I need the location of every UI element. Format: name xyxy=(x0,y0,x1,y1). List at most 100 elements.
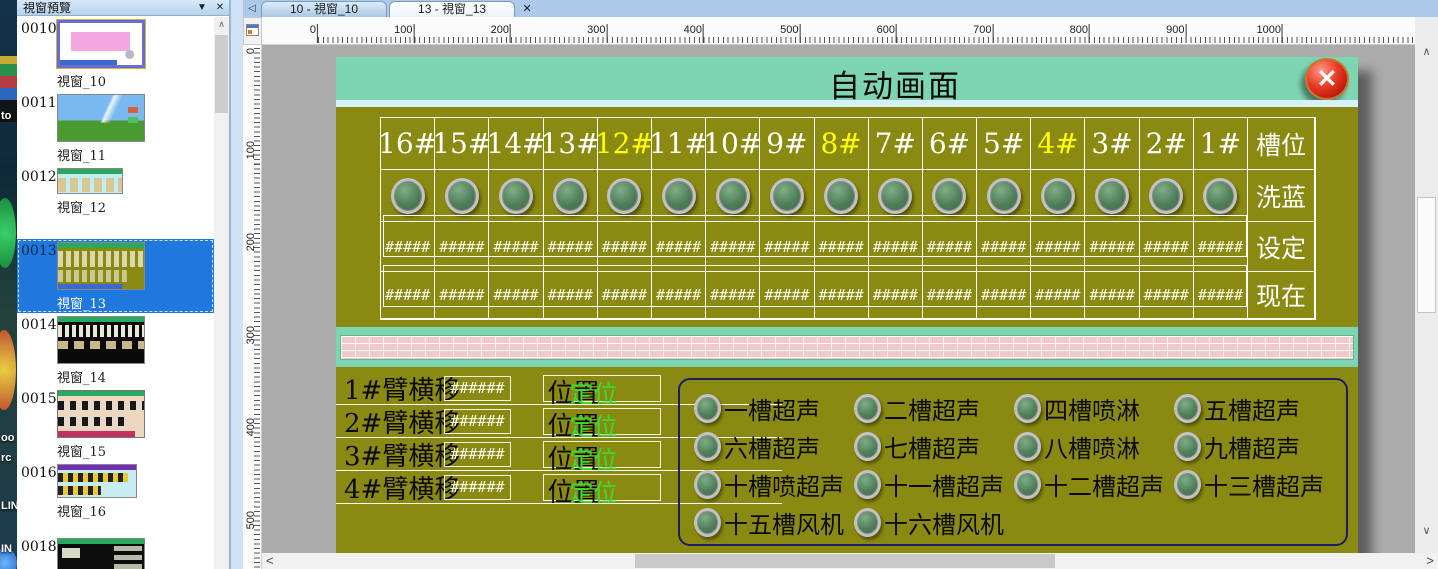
vertical-scrollbar[interactable]: ∧ ∨ xyxy=(1415,17,1438,553)
tab-nav-left-icon[interactable]: ◁ xyxy=(243,1,261,17)
numeric-display[interactable]: ##### xyxy=(652,222,706,272)
numeric-display[interactable]: ##### xyxy=(435,222,489,272)
horizontal-scrollbar[interactable]: < > xyxy=(262,553,1438,569)
slot-led-indicator[interactable] xyxy=(391,178,425,214)
numeric-display[interactable]: ##### xyxy=(1031,222,1085,272)
slot-led-indicator[interactable] xyxy=(824,178,858,214)
numeric-display[interactable]: ###### xyxy=(444,376,510,401)
numeric-display[interactable]: ##### xyxy=(1085,222,1139,272)
numeric-display[interactable]: ##### xyxy=(760,272,814,319)
scroll-up-icon[interactable]: ∧ xyxy=(1415,45,1438,58)
numeric-display[interactable]: ##### xyxy=(869,272,923,319)
window-preview-item-0015[interactable]: 0015視窗_15 xyxy=(17,387,214,461)
numeric-display[interactable]: ##### xyxy=(489,222,543,272)
numeric-display[interactable]: ##### xyxy=(706,272,760,319)
vertical-scrollbar-thumb[interactable] xyxy=(1417,197,1436,313)
numeric-display[interactable]: ##### xyxy=(1140,272,1194,319)
position-display[interactable]: 位置定位 xyxy=(543,408,661,435)
sidebar-scrollbar[interactable]: ∧ xyxy=(214,17,229,569)
numeric-display[interactable]: ##### xyxy=(760,222,814,272)
numeric-display[interactable]: ###### xyxy=(444,475,510,500)
numeric-display[interactable]: ##### xyxy=(1194,222,1248,272)
slot-led-indicator[interactable] xyxy=(445,178,479,214)
slot-led-indicator[interactable] xyxy=(878,178,912,214)
slot-led-indicator[interactable] xyxy=(716,178,750,214)
slot-led-indicator[interactable] xyxy=(770,178,804,214)
led-indicator[interactable] xyxy=(1014,432,1041,461)
window-preview-item-0016[interactable]: 0016視窗_16 xyxy=(17,461,214,535)
window-preview-item-0013[interactable]: 0013視窗_13 xyxy=(17,239,214,313)
slot-led-indicator[interactable] xyxy=(1149,178,1183,214)
slot-led-indicator[interactable] xyxy=(1203,178,1237,214)
sidebar-scrollbar-thumb[interactable] xyxy=(215,35,228,113)
screen-close-button[interactable]: ✕ xyxy=(1305,58,1349,100)
numeric-display[interactable]: ##### xyxy=(706,222,760,272)
window-preview-item-0014[interactable]: 0014視窗_14 xyxy=(17,313,214,387)
led-indicator[interactable] xyxy=(854,508,881,537)
led-indicator[interactable] xyxy=(1174,432,1201,461)
numeric-display[interactable]: ##### xyxy=(1031,272,1085,319)
slot-led-indicator[interactable] xyxy=(1095,178,1129,214)
tab-13[interactable]: 13 - 視窗_13 xyxy=(389,1,515,17)
position-display[interactable]: 位置定位 xyxy=(543,474,661,501)
screen-properties-icon[interactable] xyxy=(246,24,259,36)
led-indicator[interactable] xyxy=(854,470,881,499)
led-indicator[interactable] xyxy=(854,394,881,423)
numeric-display[interactable]: ##### xyxy=(435,272,489,319)
panel-dropdown-icon[interactable]: ▼ xyxy=(193,2,211,13)
numeric-display[interactable]: ###### xyxy=(444,409,510,434)
tab-10[interactable]: 10 - 視窗_10 xyxy=(261,1,387,17)
numeric-display[interactable]: ##### xyxy=(1140,222,1194,272)
scroll-right-icon[interactable]: > xyxy=(1426,553,1434,569)
design-canvas[interactable]: 自动画面 ✕ 16#15#14#13#12#11#10#9#8#7#6#5#4#… xyxy=(262,45,1415,553)
slot-led-indicator[interactable] xyxy=(1041,178,1075,214)
led-indicator[interactable] xyxy=(1174,394,1201,423)
numeric-display[interactable]: ##### xyxy=(1085,272,1139,319)
numeric-display[interactable]: ###### xyxy=(444,442,510,467)
numeric-display[interactable]: ##### xyxy=(1194,272,1248,319)
numeric-display[interactable]: ##### xyxy=(598,222,652,272)
scroll-up-icon[interactable]: ∧ xyxy=(214,17,229,31)
hmi-screen[interactable]: 自动画面 ✕ 16#15#14#13#12#11#10#9#8#7#6#5#4#… xyxy=(336,57,1358,553)
panel-splitter[interactable] xyxy=(230,0,243,569)
led-indicator[interactable] xyxy=(1014,470,1041,499)
window-preview-item-0012[interactable]: 0012視窗_12 xyxy=(17,165,214,239)
tab-close-icon[interactable]: ✕ xyxy=(517,1,537,17)
led-indicator[interactable] xyxy=(694,432,721,461)
position-display[interactable]: 位置定位 xyxy=(543,375,661,402)
numeric-display[interactable]: ##### xyxy=(923,272,977,319)
scroll-left-icon[interactable]: < xyxy=(266,553,274,569)
numeric-display[interactable]: ##### xyxy=(815,222,869,272)
led-indicator[interactable] xyxy=(1174,470,1201,499)
numeric-display[interactable]: ##### xyxy=(381,272,435,319)
horizontal-scrollbar-thumb[interactable] xyxy=(635,554,1055,568)
led-indicator[interactable] xyxy=(694,470,721,499)
position-display[interactable]: 位置定位 xyxy=(543,441,661,468)
panel-close-icon[interactable]: ✕ xyxy=(211,2,229,13)
numeric-display[interactable]: ##### xyxy=(652,272,706,319)
led-indicator[interactable] xyxy=(854,432,881,461)
numeric-display[interactable]: ##### xyxy=(598,272,652,319)
window-preview-item-0010[interactable]: 0010視窗_10 xyxy=(17,17,214,91)
slot-led-indicator[interactable] xyxy=(499,178,533,214)
scroll-down-icon[interactable]: ∨ xyxy=(1415,524,1438,537)
slot-led-indicator[interactable] xyxy=(662,178,696,214)
slot-led-indicator[interactable] xyxy=(932,178,966,214)
slot-led-indicator[interactable] xyxy=(987,178,1021,214)
numeric-display[interactable]: ##### xyxy=(977,222,1031,272)
slot-led-indicator[interactable] xyxy=(553,178,587,214)
led-indicator[interactable] xyxy=(1014,394,1041,423)
numeric-display[interactable]: ##### xyxy=(815,272,869,319)
numeric-display[interactable]: ##### xyxy=(544,272,598,319)
numeric-display[interactable]: ##### xyxy=(544,222,598,272)
numeric-display[interactable]: ##### xyxy=(381,222,435,272)
slot-led-indicator[interactable] xyxy=(607,178,641,214)
numeric-display[interactable]: ##### xyxy=(489,272,543,319)
numeric-display[interactable]: ##### xyxy=(977,272,1031,319)
numeric-display[interactable]: ##### xyxy=(869,222,923,272)
led-indicator[interactable] xyxy=(694,394,721,423)
numeric-display[interactable]: ##### xyxy=(923,222,977,272)
led-indicator[interactable] xyxy=(694,508,721,537)
window-preview-item-0018[interactable]: 0018 xyxy=(17,535,214,569)
window-preview-item-0011[interactable]: 0011視窗_11 xyxy=(17,91,214,165)
